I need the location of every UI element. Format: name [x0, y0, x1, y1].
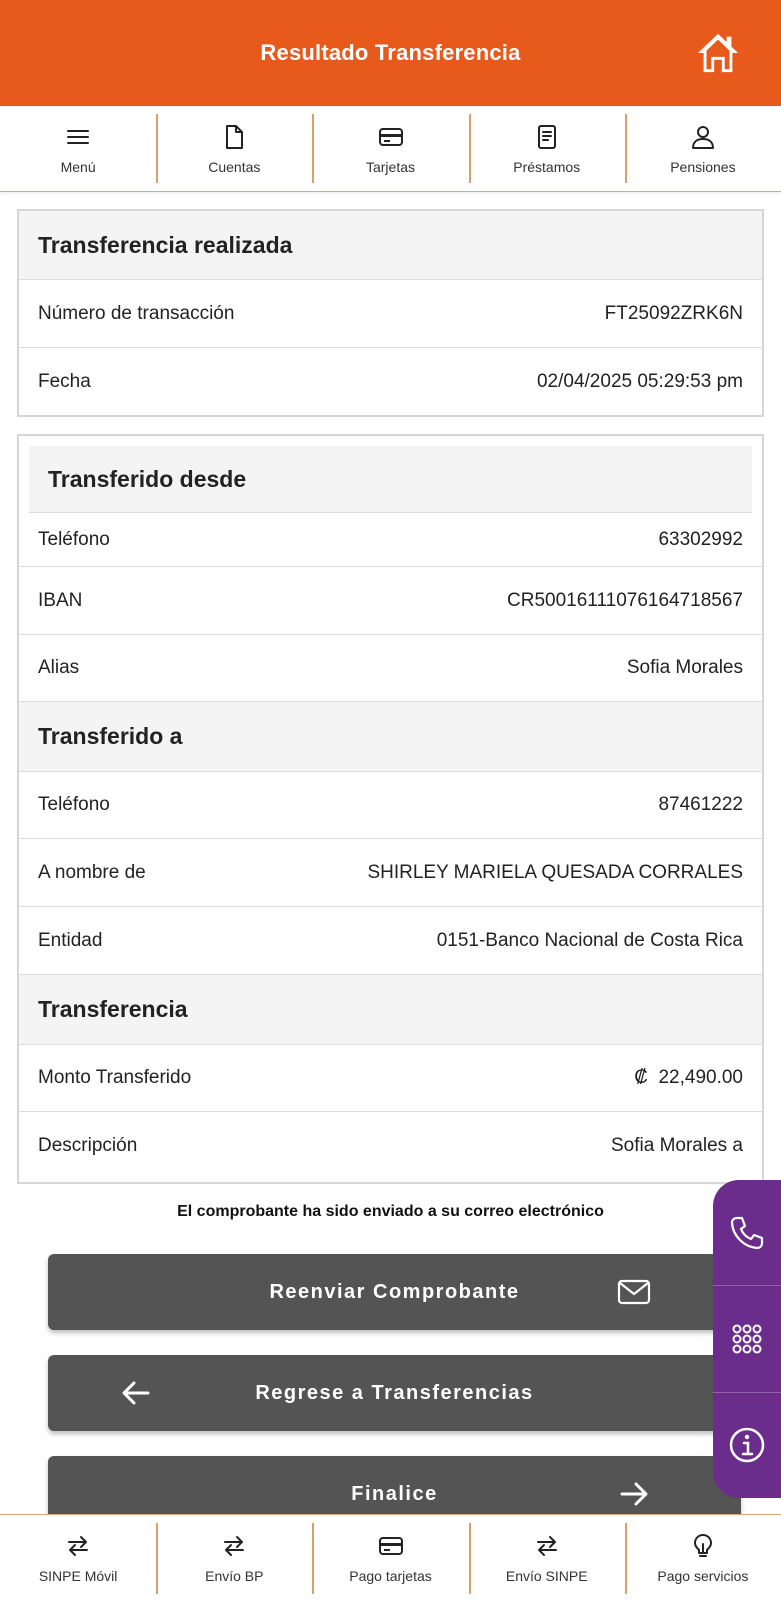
to-heading: Transferido a — [19, 702, 762, 772]
page-title: Resultado Transferencia — [260, 40, 521, 65]
row-value: FT25092ZRK6N — [604, 302, 743, 324]
row-label: Fecha — [38, 370, 91, 392]
row-value: Sofia Morales — [626, 657, 743, 678]
from-phone-row: Teléfono 63302992 — [19, 513, 762, 567]
document-icon — [226, 124, 244, 149]
nav-menu-label: Menú — [60, 158, 96, 175]
row-value: 0151-Banco Nacional de Costa Rica — [436, 929, 743, 951]
to-phone-row: Teléfono 87461222 — [19, 772, 762, 839]
row-value: 87461222 — [658, 794, 743, 815]
bottom-nav-label: Envío SINPE — [505, 1567, 588, 1584]
transaction-number-row: Número de transacción FT25092ZRK6N — [19, 280, 762, 348]
back-to-transfers-button[interactable]: Regrese a Transferencias — [48, 1355, 741, 1431]
bottom-nav-pago-tarjetas[interactable]: Pago tarjetas — [312, 1515, 468, 1600]
bottom-nav-envio-bp[interactable]: Envío BP — [156, 1515, 312, 1600]
bottom-nav-sinpe-movil[interactable]: SINPE Móvil — [0, 1515, 156, 1600]
nav-pensiones-label: Pensiones — [670, 158, 736, 175]
card-icon — [378, 127, 403, 146]
transfer-arrows-icon — [536, 1535, 557, 1556]
home-icon[interactable] — [695, 30, 741, 76]
bottom-nav-pago-servicios[interactable]: Pago servicios — [624, 1515, 781, 1600]
nav-tarjetas[interactable]: Tarjetas — [312, 106, 468, 191]
amount-row: Monto Transferido ₡ 22,490.00 — [19, 1045, 762, 1112]
nav-prestamos-label: Préstamos — [513, 158, 581, 175]
nav-pensiones[interactable]: Pensiones — [624, 106, 781, 191]
transfer-summary-card: Transferencia realizada Número de transa… — [17, 209, 764, 417]
row-label: Número de transacción — [38, 302, 235, 324]
row-label: Teléfono — [38, 794, 110, 815]
call-button[interactable] — [713, 1180, 781, 1287]
info-button[interactable] — [713, 1393, 781, 1498]
email-sent-notice: El comprobante ha sido enviado a su corr… — [177, 1203, 604, 1220]
keypad-icon — [732, 1324, 762, 1354]
bottom-nav-label: Pago servicios — [657, 1567, 749, 1584]
transfer-arrows-icon — [68, 1535, 89, 1556]
transfer-heading: Transferencia — [19, 975, 762, 1045]
row-value: SHIRLEY MARIELA QUESADA CORRALES — [367, 861, 743, 883]
arrow-left-icon — [122, 1381, 150, 1405]
description-row: Descripción Sofia Morales a — [19, 1112, 762, 1180]
bottom-nav-envio-sinpe[interactable]: Envío SINPE — [468, 1515, 625, 1600]
row-value: CR50016111076164718567 — [507, 589, 743, 611]
receipt-icon — [537, 124, 556, 149]
phone-icon — [730, 1216, 764, 1249]
bottom-nav-label: SINPE Móvil — [38, 1567, 118, 1584]
to-entity-row: Entidad 0151-Banco Nacional de Costa Ric… — [19, 907, 762, 975]
bottom-nav-label: Envío BP — [205, 1567, 264, 1584]
row-value: 63302992 — [658, 528, 743, 550]
apps-button[interactable] — [713, 1286, 781, 1393]
row-label: Descripción — [38, 1135, 138, 1156]
from-iban-row: IBAN CR50016111076164718567 — [19, 567, 762, 635]
row-value: Sofia Morales a — [610, 1135, 743, 1156]
nav-tarjetas-label: Tarjetas — [365, 158, 416, 175]
person-icon — [691, 125, 714, 149]
back-label: Regrese a Transferencias — [255, 1381, 534, 1404]
nav-menu[interactable]: Menú — [0, 106, 156, 191]
top-navigation: Menú Cuentas Tarjetas Préstamos Pensione… — [0, 106, 781, 192]
row-label: IBAN — [38, 589, 83, 611]
date-row: Fecha 02/04/2025 05:29:53 pm — [19, 348, 762, 415]
nav-prestamos[interactable]: Préstamos — [468, 106, 625, 191]
to-name-row: A nombre de SHIRLEY MARIELA QUESADA CORR… — [19, 839, 762, 907]
transfer-arrows-icon — [224, 1535, 245, 1556]
finish-label: Finalice — [351, 1482, 438, 1505]
nav-cuentas[interactable]: Cuentas — [156, 106, 312, 191]
card-icon — [378, 1536, 403, 1555]
info-icon — [729, 1428, 765, 1463]
lightbulb-icon — [693, 1533, 712, 1557]
row-label: Entidad — [38, 929, 103, 951]
bottom-nav-label: Pago tarjetas — [349, 1567, 432, 1584]
row-value: 02/04/2025 05:29:53 pm — [536, 370, 743, 392]
transfer-details-card: Transferido desde Teléfono 63302992 IBAN… — [17, 434, 764, 1184]
menu-icon — [67, 129, 90, 144]
row-label: Teléfono — [38, 528, 110, 550]
resend-label: Reenviar Comprobante — [269, 1280, 520, 1303]
summary-heading: Transferencia realizada — [19, 211, 762, 280]
from-heading: Transferido desde — [29, 446, 752, 513]
resend-receipt-button[interactable]: Reenviar Comprobante — [48, 1254, 741, 1330]
from-alias-row: Alias Sofia Morales — [19, 635, 762, 702]
arrow-right-icon — [620, 1482, 648, 1506]
nav-cuentas-label: Cuentas — [208, 158, 261, 175]
row-label: Monto Transferido — [38, 1067, 192, 1088]
quick-access-panel — [713, 1180, 781, 1498]
row-label: A nombre de — [38, 861, 146, 883]
app-header: Resultado Transferencia — [0, 0, 781, 106]
row-value: ₡ 22,490.00 — [634, 1067, 743, 1088]
envelope-icon — [617, 1279, 651, 1305]
bottom-navigation: SINPE Móvil Envío BP Pago tarjetas Envío… — [0, 1514, 781, 1600]
row-label: Alias — [38, 657, 80, 678]
